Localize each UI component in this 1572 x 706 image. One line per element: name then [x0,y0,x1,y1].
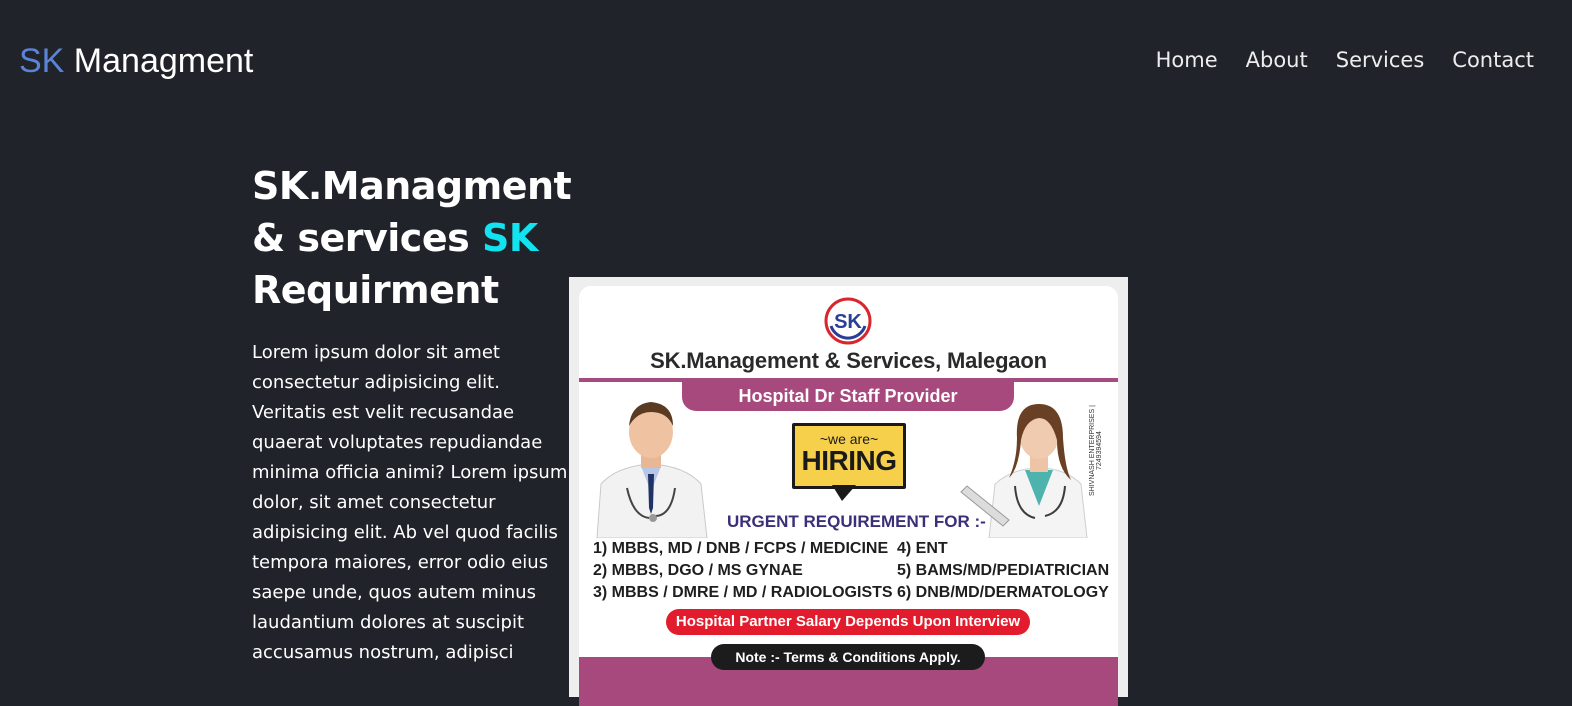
urgent-requirement-heading: URGENT REQUIREMENT FOR :- [727,512,986,531]
requirement-item: 5) BAMS/MD/PEDIATRICIAN [897,562,1110,579]
requirement-item: 3) MBBS / DMRE / MD / RADIOLOGISTS [593,584,893,601]
hero-section: SK.Managment & services SK Requirment Lo… [252,160,572,668]
male-doctor-illustration [596,402,708,538]
poster-side-credit: SHIVNASH ENTERPRISES | 7249394594 [1089,405,1103,497]
navbar: SK Managment Home About Services Contact [0,0,1572,120]
hiring-speech-tail [832,485,856,501]
hero-description: Lorem ipsum dolor sit amet consectetur a… [252,342,568,663]
hero-title-line-3: Requirment [252,268,499,312]
requirement-list: 1) MBBS, MD / DNB / FCPS / MEDICINE 4) E… [593,538,1113,604]
hiring-poster-image: SK SK.Management & Services, Malegaon Ho… [569,277,1128,706]
hero-title-services: & services [252,216,482,260]
requirement-item: 2) MBBS, DGO / MS GYNAE [593,562,803,579]
nav-link-services[interactable]: Services [1336,44,1425,76]
hiring-badge: ~we are~ HIRING [792,423,906,503]
company-logo-icon: SK [824,297,872,345]
requirement-item: 4) ENT [897,540,948,557]
requirement-item: 6) DNB/MD/DERMATOLOGY [897,584,1109,601]
nav-links: Home About Services Contact [1128,44,1534,76]
nav-link-home[interactable]: Home [1156,44,1218,76]
nav-link-contact[interactable]: Contact [1452,44,1534,76]
hiring-poster: SK SK.Management & Services, Malegaon Ho… [579,286,1118,706]
hero-title-highlight: SK [481,216,538,260]
salary-note-badge: Hospital Partner Salary Depends Upon Int… [666,609,1030,635]
hero-title: SK.Managment & services SK Requirment [252,160,572,316]
hiring-title: HIRING [801,445,898,476]
requirement-row: 1) MBBS, MD / DNB / FCPS / MEDICINE 4) E… [593,538,1113,560]
requirement-item: 1) MBBS, MD / DNB / FCPS / MEDICINE [593,540,889,557]
poster-company-name: SK.Management & Services, Malegaon [650,348,1047,373]
nav-link-about[interactable]: About [1246,44,1308,76]
logo-prefix: SK [19,42,65,80]
site-logo[interactable]: SK Managment [19,40,253,82]
requirement-row: 3) MBBS / DMRE / MD / RADIOLOGISTS 6) DN… [593,582,1113,604]
company-logo-text: SK [834,311,862,333]
logo-suffix: Managment [64,42,254,80]
terms-note-badge: Note :- Terms & Conditions Apply. [711,644,985,670]
requirement-row: 2) MBBS, DGO / MS GYNAE 5) BAMS/MD/PEDIA… [593,560,1113,582]
hero-title-line-2: & services SK [252,212,570,264]
hero-title-line-1: SK.Managment [252,164,572,208]
